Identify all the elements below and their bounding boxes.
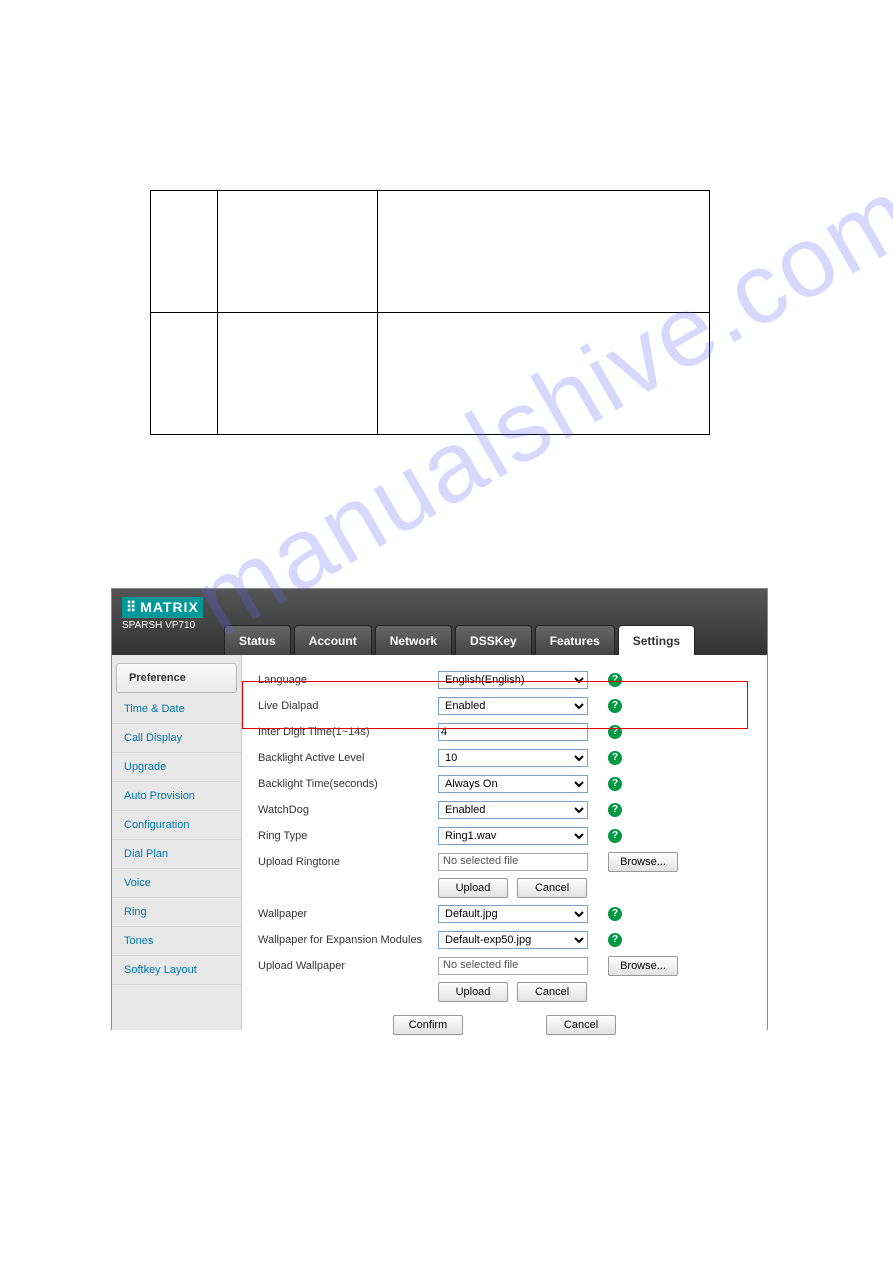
select-language[interactable]: English(English) [438,671,588,689]
panel-header: ⠿ MATRIX SPARSH VP710 Status Account Net… [112,589,767,655]
help-icon[interactable]: ? [608,933,622,947]
sidebar-item-time-date[interactable]: Time & Date [112,695,241,724]
select-live-dialpad[interactable]: Enabled [438,697,588,715]
help-icon[interactable]: ? [608,829,622,843]
cancel-wallpaper-button[interactable]: Cancel [517,982,587,1002]
settings-panel: ⠿ MATRIX SPARSH VP710 Status Account Net… [111,588,768,1030]
sidebar-item-ring[interactable]: Ring [112,898,241,927]
tab-network[interactable]: Network [375,625,452,655]
help-icon[interactable]: ? [608,699,622,713]
label-ring-type: Ring Type [258,830,438,842]
file-display-wallpaper: No selected file [438,957,588,975]
sidebar-item-voice[interactable]: Voice [112,869,241,898]
sidebar-item-tones[interactable]: Tones [112,927,241,956]
cancel-button[interactable]: Cancel [546,1015,616,1035]
label-live-dialpad: Live Dialpad [258,700,438,712]
sidebar-item-call-display[interactable]: Call Display [112,724,241,753]
help-icon[interactable]: ? [608,673,622,687]
select-backlight-level[interactable]: 10 [438,749,588,767]
sidebar-item-auto-provision[interactable]: Auto Provision [112,782,241,811]
label-wallpaper: Wallpaper [258,908,438,920]
brand-block: ⠿ MATRIX SPARSH VP710 [112,589,218,639]
sidebar: Preference Time & Date Call Display Upgr… [112,655,242,1030]
select-backlight-time[interactable]: Always On [438,775,588,793]
help-icon[interactable]: ? [608,803,622,817]
tab-bar: Status Account Network DSSKey Features S… [224,625,695,655]
cancel-ringtone-button[interactable]: Cancel [517,878,587,898]
label-inter-digit: Inter Digit Time(1~14s) [258,726,438,738]
label-upload-ringtone: Upload Ringtone [258,856,438,868]
label-upload-wallpaper: Upload Wallpaper [258,960,438,972]
select-wallpaper-exp[interactable]: Default-exp50.jpg [438,931,588,949]
select-watchdog[interactable]: Enabled [438,801,588,819]
input-inter-digit[interactable] [438,723,588,741]
sidebar-item-dial-plan[interactable]: Dial Plan [112,840,241,869]
select-wallpaper[interactable]: Default.jpg [438,905,588,923]
select-ring-type[interactable]: Ring1.wav [438,827,588,845]
help-icon[interactable]: ? [608,725,622,739]
tab-dsskey[interactable]: DSSKey [455,625,532,655]
label-backlight-level: Backlight Active Level [258,752,438,764]
upload-wallpaper-button[interactable]: Upload [438,982,508,1002]
sidebar-item-softkey-layout[interactable]: Softkey Layout [112,956,241,985]
sidebar-item-configuration[interactable]: Configuration [112,811,241,840]
tab-features[interactable]: Features [535,625,615,655]
sidebar-item-preference[interactable]: Preference [116,663,237,693]
browse-ringtone-button[interactable]: Browse... [608,852,678,872]
confirm-button[interactable]: Confirm [393,1015,463,1035]
brand-model: SPARSH VP710 [122,620,208,631]
tab-account[interactable]: Account [294,625,372,655]
brand-logo: ⠿ MATRIX [122,597,203,618]
file-display-ringtone: No selected file [438,853,588,871]
sidebar-item-upgrade[interactable]: Upgrade [112,753,241,782]
empty-table [150,190,710,435]
help-icon[interactable]: ? [608,751,622,765]
tab-status[interactable]: Status [224,625,291,655]
tab-settings[interactable]: Settings [618,625,695,655]
browse-wallpaper-button[interactable]: Browse... [608,956,678,976]
label-language: Language [258,674,438,686]
help-icon[interactable]: ? [608,907,622,921]
label-watchdog: WatchDog [258,804,438,816]
upload-ringtone-button[interactable]: Upload [438,878,508,898]
label-backlight-time: Backlight Time(seconds) [258,778,438,790]
label-wallpaper-exp: Wallpaper for Expansion Modules [258,934,438,946]
help-icon[interactable]: ? [608,777,622,791]
main-content: Language English(English) ? Live Dialpad… [242,655,767,1030]
